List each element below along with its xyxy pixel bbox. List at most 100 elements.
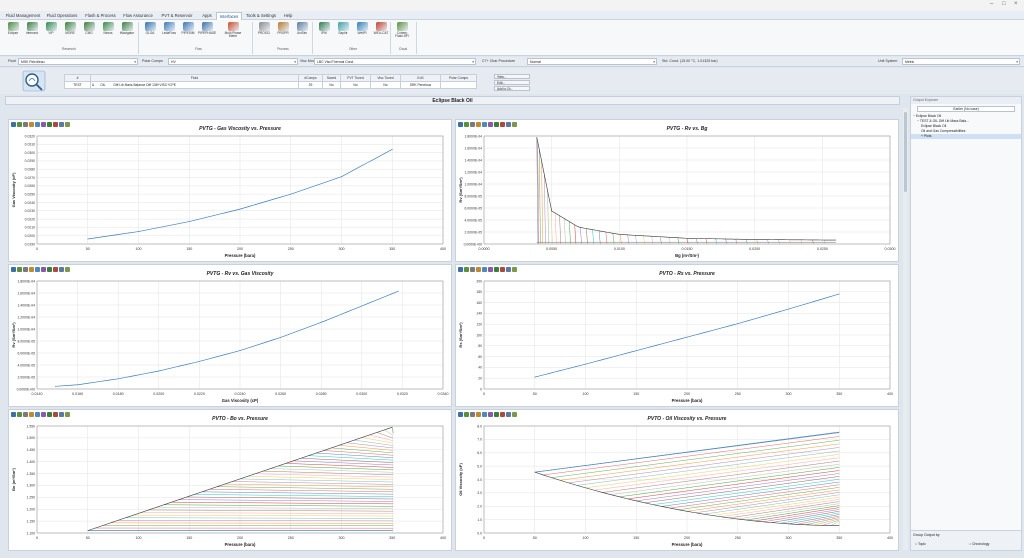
intersect-button[interactable]: Intersect bbox=[23, 21, 41, 43]
x-tick-label: 50 bbox=[86, 247, 90, 251]
x-tick-label: 0.0280 bbox=[316, 392, 327, 396]
ribbon-button-label: CMG bbox=[85, 31, 93, 35]
eclipse-button[interactable]: Eclipse bbox=[4, 21, 22, 43]
y-tick-label: 1.2000E-04 bbox=[17, 315, 35, 319]
chevron-down-icon: ▾ bbox=[472, 60, 474, 64]
polar-comps-select[interactable]: HV ▾ bbox=[168, 58, 298, 65]
wellpi-button[interactable]: WellPi bbox=[353, 21, 371, 43]
x-tick-label: 50 bbox=[86, 536, 90, 540]
y-tick-label: 1.2000E-04 bbox=[464, 170, 482, 174]
x-tick-label: 0.0100 bbox=[614, 247, 625, 251]
family-line bbox=[354, 439, 394, 446]
tab-flash-process[interactable]: Flash & Process bbox=[82, 12, 119, 20]
nexus-button[interactable]: Nexus bbox=[99, 21, 117, 43]
edit-button[interactable]: Edit... bbox=[494, 80, 530, 85]
y-tick-label: 1.4000E-04 bbox=[17, 303, 35, 307]
chart-svg: PVTG - Rv vs. Gas Viscosity 0.0140 0.0160 0… bbox=[11, 271, 449, 403]
minimize-button[interactable]: – bbox=[990, 1, 993, 7]
coherp-flash-api-button[interactable]: Coherp Flash API bbox=[393, 21, 411, 43]
pipesim-icon bbox=[182, 22, 194, 31]
vertical-scrollbar[interactable] bbox=[903, 108, 908, 550]
tab-interfaces[interactable]: Interfaces bbox=[216, 12, 242, 20]
tnavigator-button[interactable]: tNavigator bbox=[118, 21, 136, 43]
chronology-radio[interactable]: ○ Chronology bbox=[969, 542, 989, 546]
x-tick-label: 0.0260 bbox=[275, 392, 286, 396]
tab-help[interactable]: Help bbox=[280, 12, 296, 20]
y-tick-label: 0.0260 bbox=[25, 184, 35, 188]
wellcat-button[interactable]: WELLCAT bbox=[372, 21, 390, 43]
propr-button[interactable]: PROPR bbox=[274, 21, 292, 43]
chronology-label: Chronology bbox=[972, 542, 990, 546]
family-line bbox=[729, 501, 840, 519]
explorer-title: Output Explorer bbox=[911, 97, 1021, 104]
ledaflow-button[interactable]: LedaFlow bbox=[160, 21, 178, 43]
y-tick-label: 1.300 bbox=[27, 484, 36, 488]
olga-button[interactable]: OLGA bbox=[141, 21, 159, 43]
cmg-button[interactable]: CMG bbox=[80, 21, 98, 43]
y-tick-label: 120 bbox=[476, 323, 482, 327]
family-line bbox=[201, 491, 394, 495]
topic-radio[interactable]: ○ Topic bbox=[915, 542, 926, 546]
tab-fluid-management[interactable]: Fluid Management bbox=[5, 12, 41, 20]
wellcat-icon bbox=[375, 22, 387, 31]
chart-title: PVTO - Rs vs. Pressure bbox=[659, 271, 715, 277]
pipephase-button[interactable]: PIPEPHASE bbox=[198, 21, 216, 43]
cell-polar bbox=[440, 81, 477, 89]
family-line bbox=[789, 239, 791, 244]
close-button[interactable]: × bbox=[1014, 1, 1018, 7]
earlier-button[interactable]: Earlier (No case) bbox=[917, 106, 1015, 112]
table-row[interactable]: TEST & OIL Diff Lib Mass Balance Diff 138+… bbox=[64, 81, 477, 89]
y-tick-label: 200 bbox=[476, 279, 482, 283]
tab-pvt-reservoir[interactable]: PVT & Reservoir bbox=[157, 12, 197, 20]
unit-system-select[interactable]: Metric ▾ bbox=[902, 58, 1020, 65]
x-tick-label: 350 bbox=[389, 247, 395, 251]
tab-flow-assurance[interactable]: Flow Assurance bbox=[121, 12, 155, 20]
vip-button[interactable]: VIP bbox=[42, 21, 60, 43]
maximize-button[interactable]: □ bbox=[1002, 1, 1006, 7]
ribbon-button-label: PROSCI bbox=[257, 31, 271, 35]
tree-item[interactable]: + Plots bbox=[911, 134, 1021, 139]
x-tick-label: 300 bbox=[339, 247, 345, 251]
ipm-button[interactable]: IPM bbox=[315, 21, 333, 43]
y-tick-label: 0.0300 bbox=[25, 151, 35, 155]
col-pvt-tuned: PVT Tuned bbox=[340, 74, 371, 82]
unisim-button[interactable]: UniSim bbox=[293, 21, 311, 43]
tab-tools-settings[interactable]: Tools & Settings bbox=[244, 12, 278, 20]
family-line bbox=[171, 501, 394, 505]
tab-fluid-operations[interactable]: Fluid Operations bbox=[45, 12, 79, 20]
c7-char-select[interactable]: Normal ▾ bbox=[527, 58, 657, 65]
more-button[interactable]: MORE bbox=[61, 21, 79, 43]
y-tick-label: 6.0000E-05 bbox=[17, 351, 35, 355]
family-line bbox=[670, 484, 840, 509]
y-tick-label: 0.0320 bbox=[25, 134, 35, 138]
chevron-down-icon: ▾ bbox=[653, 60, 655, 64]
x-tick-label: 0.0250 bbox=[817, 247, 828, 251]
family-line bbox=[725, 238, 727, 244]
family-line bbox=[586, 228, 588, 244]
x-tick-label: 50 bbox=[533, 392, 537, 396]
multi-phase-meter-button[interactable]: Multi Phase Meter bbox=[224, 21, 242, 43]
series-line bbox=[536, 137, 836, 241]
data-point bbox=[341, 176, 342, 178]
x-tick-label: 300 bbox=[339, 536, 345, 540]
visc-model-select[interactable]: LBC Visc/Thermal Cond ▾ bbox=[314, 58, 476, 65]
family-line bbox=[547, 190, 549, 244]
add-to-group-button[interactable]: Add to Gr... bbox=[494, 86, 530, 91]
y-axis-label: Rv (Sm³/Sm³) bbox=[11, 322, 16, 348]
ribbon-button-label: PROPR bbox=[277, 31, 289, 35]
data-point bbox=[534, 376, 536, 378]
nexus-icon bbox=[102, 22, 114, 31]
saphir-button[interactable]: Saphir bbox=[334, 21, 352, 43]
scrollbar-thumb[interactable] bbox=[904, 112, 907, 192]
pipesim-button[interactable]: PIPESIM bbox=[179, 21, 197, 43]
x-tick-label: 0.0050 bbox=[546, 247, 557, 251]
x-tick-label: 100 bbox=[583, 536, 589, 540]
x-tick-label: 100 bbox=[136, 536, 142, 540]
x-tick-label: 0 bbox=[36, 247, 38, 251]
prosci-button[interactable]: PROSCI bbox=[255, 21, 273, 43]
view-button[interactable]: View... bbox=[494, 74, 530, 79]
col-polar-comps: Polar Comps bbox=[440, 74, 477, 82]
tab-apps[interactable]: Apps bbox=[199, 12, 215, 20]
fluid-select[interactable]: MSK Petrolleau ▾ bbox=[18, 58, 138, 65]
chart-panel-1: PVTG - Gas Viscosity vs. Pressure 0 50 100 1… bbox=[8, 119, 452, 262]
